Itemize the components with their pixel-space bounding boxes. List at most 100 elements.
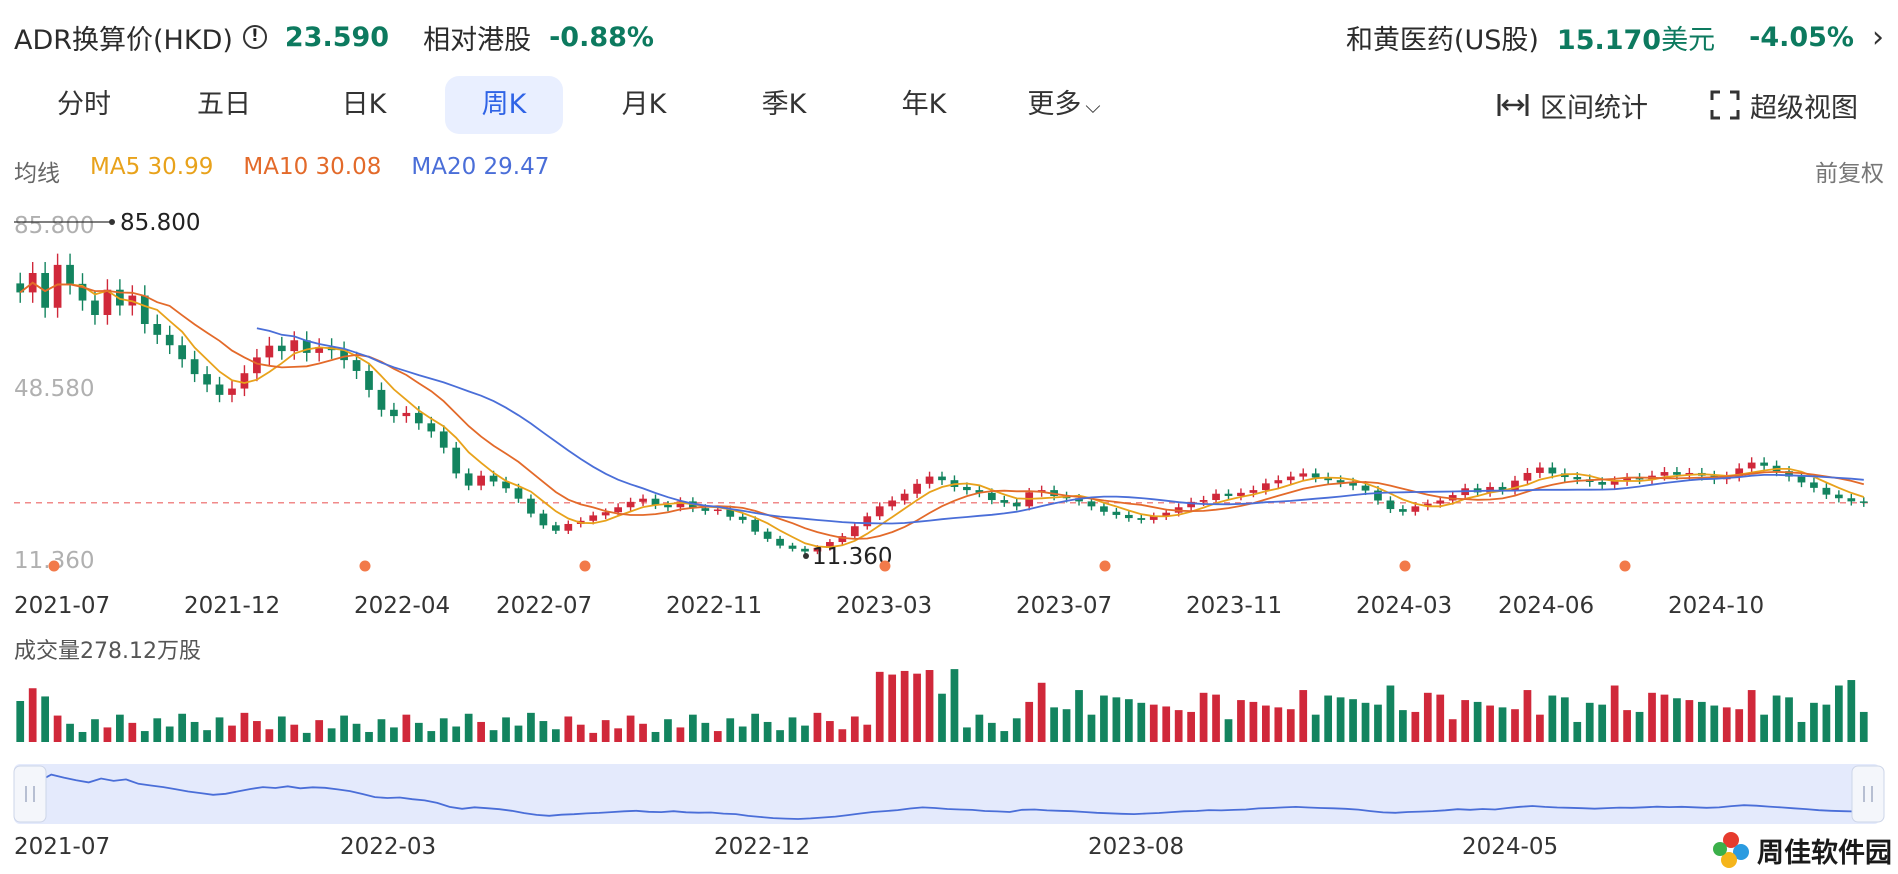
volume-bar — [726, 718, 735, 742]
volume-bar — [452, 726, 461, 742]
event-dot — [879, 560, 891, 572]
volume-bar — [1212, 694, 1220, 742]
volume-bar — [1112, 697, 1121, 742]
volume-bar — [91, 719, 99, 742]
candle-body — [153, 324, 162, 335]
candle-body — [539, 513, 548, 526]
volume-bar — [414, 722, 423, 742]
volume-bar — [1137, 702, 1146, 742]
volume-bar — [1299, 690, 1308, 742]
volume-bar — [826, 721, 834, 742]
volume-bar — [327, 728, 336, 742]
candle-body — [1859, 501, 1868, 503]
candle-body — [1523, 472, 1532, 481]
candle-body — [938, 476, 946, 481]
range-handle-left[interactable] — [13, 765, 47, 823]
candle-body — [1199, 500, 1208, 502]
volume-bar — [178, 713, 187, 742]
volume-bar — [1797, 721, 1806, 742]
candle-body — [215, 384, 224, 395]
volume-bar — [987, 722, 996, 742]
volume-bar — [1573, 721, 1582, 742]
volume-bar — [1187, 711, 1195, 742]
range-handle-right[interactable] — [1851, 765, 1885, 823]
candle-body — [1536, 467, 1544, 473]
candle-body — [253, 357, 261, 374]
range-tick-label: 2022-03 — [340, 834, 436, 860]
volume-bar — [576, 724, 585, 742]
candle-body — [925, 476, 934, 484]
volume-bar — [1648, 692, 1656, 742]
volume-bar — [925, 670, 934, 742]
volume-bar — [1199, 692, 1208, 742]
volume-bar — [1448, 719, 1457, 742]
volume-bar — [888, 674, 897, 742]
volume-bar — [1772, 695, 1781, 742]
volume-bar — [1349, 699, 1357, 742]
x-tick-label: 2024-06 — [1498, 593, 1594, 619]
candle-body — [1361, 485, 1370, 491]
candle-body — [1124, 514, 1133, 519]
candle-body — [489, 475, 498, 482]
volume-bar — [1847, 680, 1856, 742]
candle-body — [888, 500, 897, 507]
kline-chart[interactable]: 85.80048.58011.36085.80011.360 2021-0720… — [0, 0, 1898, 874]
candle-body — [738, 516, 747, 520]
volume-bar — [1262, 705, 1270, 742]
volume-bar — [1685, 700, 1694, 742]
volume-bar — [253, 721, 261, 742]
range-tick-label: 2023-08 — [1088, 834, 1184, 860]
candle-body — [1399, 509, 1407, 512]
volume-bar — [315, 720, 324, 742]
volume-bar — [1336, 697, 1345, 742]
candle-body — [1598, 481, 1607, 485]
volume-bar — [1461, 700, 1470, 742]
volume-bar — [589, 732, 598, 742]
volume-bar — [128, 722, 137, 742]
candle-body — [1262, 483, 1270, 491]
volume-bar — [265, 729, 274, 742]
volume-bar — [713, 731, 722, 742]
volume-bar — [514, 725, 523, 742]
volume-bar — [1324, 695, 1333, 742]
volume-bar — [813, 712, 822, 742]
volume-bar — [875, 671, 884, 742]
range-tick-label: 2021-07 — [14, 834, 110, 860]
volume-bar — [78, 731, 87, 742]
volume-bar — [1598, 704, 1607, 742]
volume-bar — [938, 693, 946, 742]
candle-body — [1847, 498, 1856, 502]
volume-label: 成交量278.12万股 — [14, 639, 201, 664]
candle-body — [1797, 476, 1806, 483]
candle-body — [527, 498, 535, 514]
x-tick-label: 2023-03 — [836, 593, 932, 619]
candle-body — [1660, 472, 1669, 476]
volume-bar — [427, 731, 436, 742]
volume-bar — [1411, 711, 1420, 742]
volume-bar — [1660, 694, 1669, 742]
volume-bar — [140, 731, 149, 742]
volume-bar — [439, 718, 448, 742]
volume-bar — [1548, 695, 1557, 742]
volume-bar — [701, 722, 710, 742]
candle-body — [1112, 511, 1121, 515]
volume-bar — [1511, 709, 1519, 742]
volume-bar — [1423, 692, 1432, 742]
event-dot — [359, 560, 371, 572]
volume-bar — [801, 725, 809, 742]
candle-body — [514, 488, 523, 499]
range-tick-label: 2024-05 — [1462, 834, 1558, 860]
volume-bar — [564, 716, 573, 742]
x-tick-label: 2023-11 — [1186, 593, 1282, 619]
candle-body — [1336, 480, 1345, 483]
x-tick-label: 2024-10 — [1668, 593, 1764, 619]
volume-bar — [1486, 705, 1494, 742]
volume-bar — [1722, 707, 1731, 742]
candle-body — [190, 359, 199, 375]
event-dot — [1099, 560, 1111, 572]
event-dot — [48, 560, 60, 572]
ma10-line — [19, 281, 1865, 540]
candle-body — [788, 545, 797, 549]
candle-body — [140, 295, 149, 325]
candle-body — [713, 509, 722, 512]
